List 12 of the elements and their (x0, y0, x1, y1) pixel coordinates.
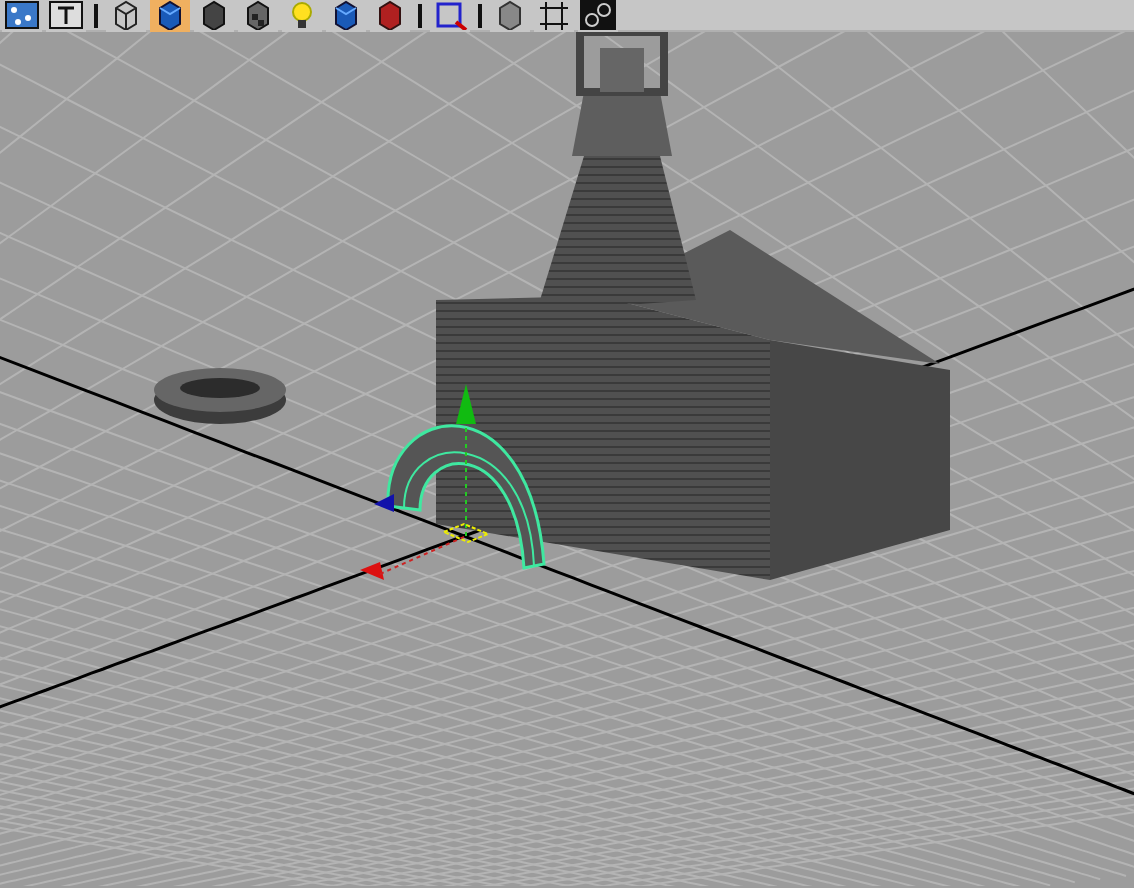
cube-button[interactable] (106, 0, 146, 31)
grid-button[interactable] (2, 0, 42, 31)
chain-button[interactable] (578, 0, 618, 31)
selection-square-icon (432, 0, 468, 30)
text-icon (48, 0, 84, 30)
cube-button[interactable] (150, 0, 190, 31)
selection-square-button[interactable] (430, 0, 470, 31)
frame-button[interactable] (534, 0, 574, 31)
text-button[interactable] (46, 0, 86, 31)
frame-icon (536, 0, 572, 30)
grid-icon (4, 0, 40, 30)
cube-button[interactable] (194, 0, 234, 31)
